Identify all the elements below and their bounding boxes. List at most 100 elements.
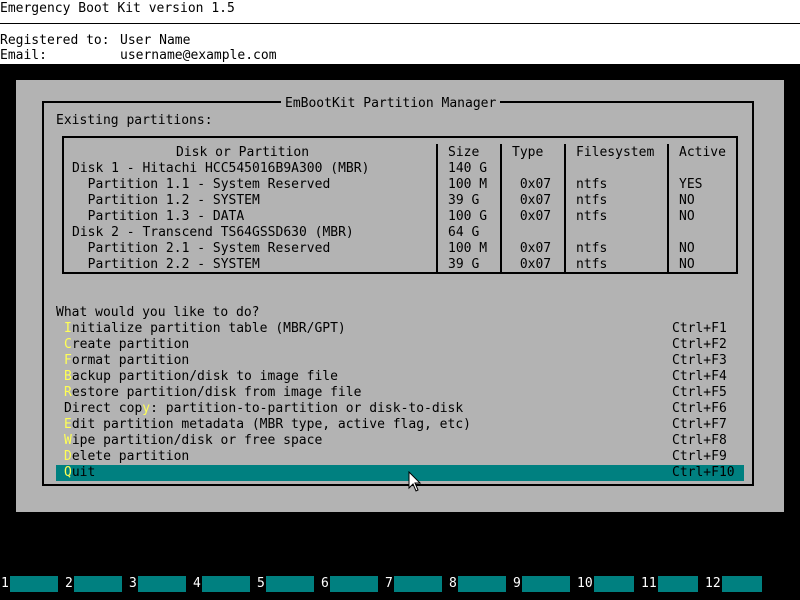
menu-item[interactable]: Edit partition metadata (MBR type, activ… (56, 417, 744, 433)
table-divider (500, 144, 502, 272)
cell-type: 0x07 (512, 241, 552, 256)
menu-item-hotkey: F (64, 353, 72, 368)
function-key-9[interactable]: 9 (513, 576, 576, 592)
cell-filesystem: ntfs (576, 177, 608, 192)
menu-item-shortcut: Ctrl+F7 (672, 417, 727, 432)
function-key-slot (202, 576, 250, 592)
menu-item-shortcut: Ctrl+F5 (672, 385, 727, 400)
frame-shadow (784, 88, 800, 524)
function-key-number: 12 (705, 576, 721, 591)
menu-item-label-text: elete partition (71, 449, 190, 464)
registered-value: User Name (120, 33, 191, 48)
col-header-filesystem: Filesystem (576, 145, 655, 160)
cell-disk-or-partition: Partition 1.3 - DATA (72, 209, 245, 224)
cell-active: NO (679, 193, 695, 208)
function-key-11[interactable]: 11 (641, 576, 704, 592)
menu-item[interactable]: Format partition Ctrl+F3 (56, 353, 744, 369)
frame-shadow (32, 512, 784, 528)
function-key-3[interactable]: 3 (129, 576, 192, 592)
email-value: username@example.com (120, 48, 277, 63)
menu-item-hotkey: D (64, 449, 72, 464)
function-key-5[interactable]: 5 (257, 576, 320, 592)
function-key-number: 1 (1, 576, 9, 591)
function-key-slot (722, 576, 762, 592)
cell-filesystem: ntfs (576, 193, 608, 208)
menu-item-hotkey: W (64, 433, 72, 448)
menu-item-label-text: estore partition/disk from image file (71, 385, 362, 400)
cell-filesystem: ntfs (576, 209, 608, 224)
menu-item[interactable]: Create partition Ctrl+F2 (56, 337, 744, 353)
function-key-number: 2 (65, 576, 73, 591)
registered-label: Registered to: (0, 33, 110, 48)
action-prompt: What would you like to do? (56, 305, 260, 320)
menu-item-hotkey: I (64, 321, 72, 336)
menu-item[interactable]: Restore partition/disk from image file Ct… (56, 385, 744, 401)
menu-item-label: Quit (64, 465, 95, 481)
menu-item[interactable]: Backup partition/disk to image file Ctrl+… (56, 369, 744, 385)
cell-disk-or-partition: Disk 2 - Transcend TS64GSSD630 (MBR) (72, 225, 354, 240)
menu-item-hotkey: Q (64, 465, 72, 480)
cell-size: 100 M (448, 241, 488, 256)
header-separator (0, 23, 800, 24)
menu-item-shortcut: Ctrl+F4 (672, 369, 727, 384)
menu-item-shortcut: Ctrl+F9 (672, 449, 727, 464)
menu-item[interactable]: Delete partition Ctrl+F9 (56, 449, 744, 465)
menu-item[interactable]: Quit Ctrl+F10 (56, 465, 744, 481)
function-key-slot (10, 576, 58, 592)
cell-size: 140 G (448, 161, 488, 176)
function-key-slot (594, 576, 634, 592)
table-divider (436, 144, 438, 272)
function-key-bar: 1 2 3 4 5 6 7 8 9 10 11 12 (0, 576, 800, 592)
function-key-4[interactable]: 4 (193, 576, 256, 592)
cell-disk-or-partition: Partition 2.1 - System Reserved (72, 241, 331, 256)
menu-item[interactable]: Initialize partition table (MBR/GPT) Ctrl… (56, 321, 744, 337)
function-key-number: 3 (129, 576, 137, 591)
cell-disk-or-partition: Disk 1 - Hitachi HCC545016B9A300 (MBR) (72, 161, 370, 176)
function-key-6[interactable]: 6 (321, 576, 384, 592)
menu-item[interactable]: Wipe partition/disk or free space Ctrl+F8 (56, 433, 744, 449)
menu-item-label-prefix: Direct cop (64, 401, 143, 416)
function-key-slot (522, 576, 570, 592)
cell-active: NO (679, 209, 695, 224)
col-header-active: Active (679, 145, 726, 160)
function-key-1[interactable]: 1 (1, 576, 64, 592)
cell-type: 0x07 (512, 209, 552, 224)
function-key-slot (394, 576, 442, 592)
function-key-number: 11 (641, 576, 657, 591)
email-label: Email: (0, 48, 47, 63)
cell-size: 100 M (448, 177, 488, 192)
cell-size: 39 G (448, 257, 480, 272)
menu-item-label-text: dit partition metadata (MBR type, active… (71, 417, 471, 432)
function-key-slot (138, 576, 186, 592)
function-key-number: 5 (257, 576, 265, 591)
function-key-number: 10 (577, 576, 593, 591)
menu-item-hotkey: E (64, 417, 72, 432)
function-key-slot (74, 576, 122, 592)
menu-item-label: Backup partition/disk to image file (64, 369, 338, 385)
header: Emergency Boot Kit version 1.5 Registere… (0, 0, 800, 64)
function-key-12[interactable]: 12 (705, 576, 768, 592)
menu-item-label-text: : partition-to-partition or disk-to-disk (150, 401, 464, 416)
menu-item-shortcut: Ctrl+F8 (672, 433, 727, 448)
menu-item-hotkey: y (142, 401, 151, 416)
menu-item-hotkey: C (64, 337, 72, 352)
existing-partitions-label: Existing partitions: (56, 113, 213, 128)
menu-item[interactable]: Direct copy: partition-to-partition or d… (56, 401, 744, 417)
function-key-number: 6 (321, 576, 329, 591)
function-key-7[interactable]: 7 (385, 576, 448, 592)
menu-item-shortcut: Ctrl+F6 (672, 401, 727, 416)
col-header-disk: Disk or Partition (176, 145, 310, 160)
cell-active: NO (679, 241, 695, 256)
menu-item-label: Initialize partition table (MBR/GPT) (64, 321, 346, 337)
menu-item-label: Wipe partition/disk or free space (64, 433, 322, 449)
menu-item-label-text: ackup partition/disk to image file (71, 369, 338, 384)
cell-type: 0x07 (512, 177, 552, 192)
function-key-10[interactable]: 10 (577, 576, 640, 592)
function-key-number: 8 (449, 576, 457, 591)
table-divider (564, 144, 566, 272)
cell-disk-or-partition: Partition 1.2 - SYSTEM (72, 193, 260, 208)
function-key-2[interactable]: 2 (65, 576, 128, 592)
menu-item-shortcut: Ctrl+F3 (672, 353, 727, 368)
cell-size: 64 G (448, 225, 480, 240)
function-key-8[interactable]: 8 (449, 576, 512, 592)
